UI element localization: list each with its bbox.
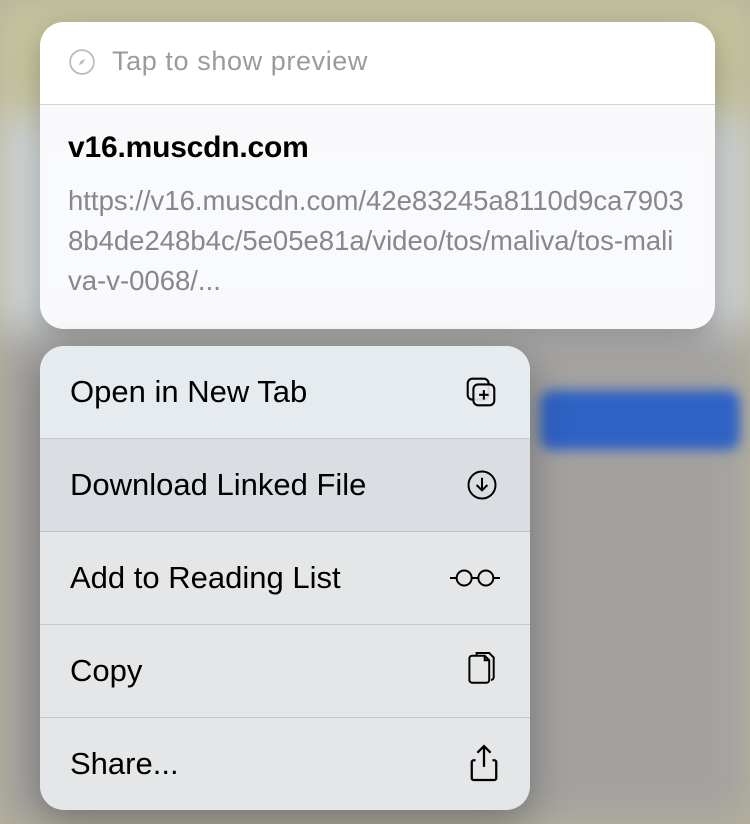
share-icon — [468, 744, 500, 784]
preview-domain: v16.muscdn.com — [68, 131, 687, 165]
menu-download-linked-file[interactable]: Download Linked File — [40, 439, 530, 532]
compass-icon — [68, 48, 96, 76]
menu-item-label: Add to Reading List — [70, 560, 341, 596]
menu-item-label: Share... — [70, 746, 179, 782]
menu-item-label: Download Linked File — [70, 467, 366, 503]
menu-add-reading-list[interactable]: Add to Reading List — [40, 532, 530, 625]
menu-item-label: Copy — [70, 653, 142, 689]
link-preview-card: Tap to show preview v16.muscdn.com https… — [40, 22, 715, 329]
preview-header-label: Tap to show preview — [112, 46, 368, 77]
menu-share[interactable]: Share... — [40, 718, 530, 810]
menu-copy[interactable]: Copy — [40, 625, 530, 718]
new-tab-icon — [462, 373, 500, 411]
context-menu: Open in New Tab Download Linked File Add… — [40, 346, 530, 810]
preview-url: https://v16.muscdn.com/42e83245a8110d9ca… — [68, 181, 687, 301]
background-download-button-blur — [540, 390, 740, 450]
glasses-icon — [450, 566, 500, 590]
download-icon — [464, 467, 500, 503]
preview-body[interactable]: v16.muscdn.com https://v16.muscdn.com/42… — [40, 105, 715, 329]
copy-icon — [464, 651, 500, 691]
preview-header-row[interactable]: Tap to show preview — [40, 22, 715, 105]
menu-item-label: Open in New Tab — [70, 374, 307, 410]
menu-open-new-tab[interactable]: Open in New Tab — [40, 346, 530, 439]
